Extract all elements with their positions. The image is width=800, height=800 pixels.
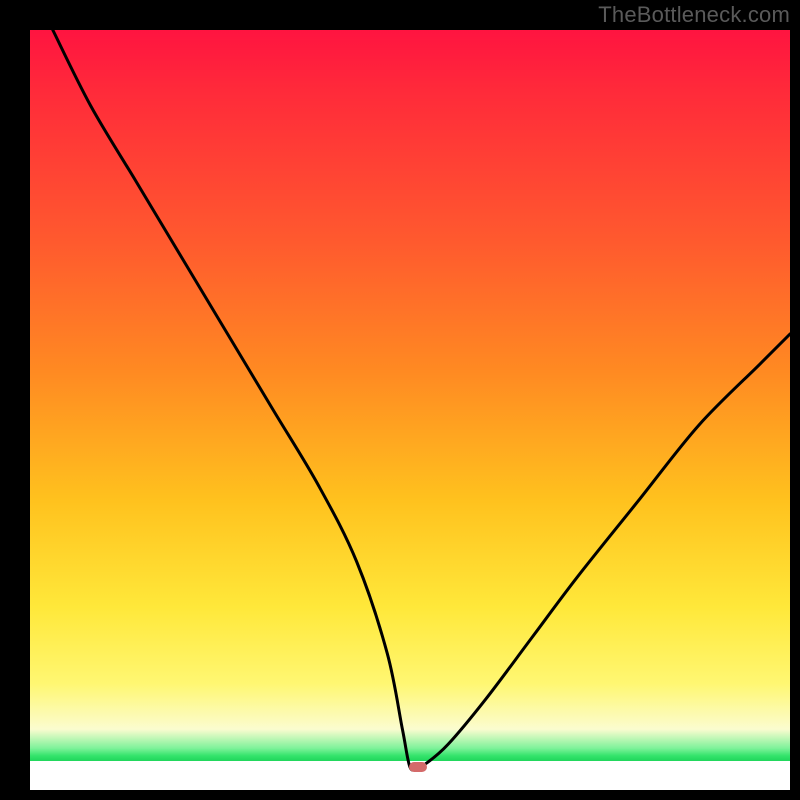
- curve-svg: [30, 30, 790, 790]
- optimum-marker: [409, 762, 427, 772]
- plot-area: [30, 30, 790, 790]
- chart-frame: TheBottleneck.com: [0, 0, 800, 800]
- watermark-text: TheBottleneck.com: [598, 2, 790, 28]
- bottleneck-curve-path: [53, 30, 790, 770]
